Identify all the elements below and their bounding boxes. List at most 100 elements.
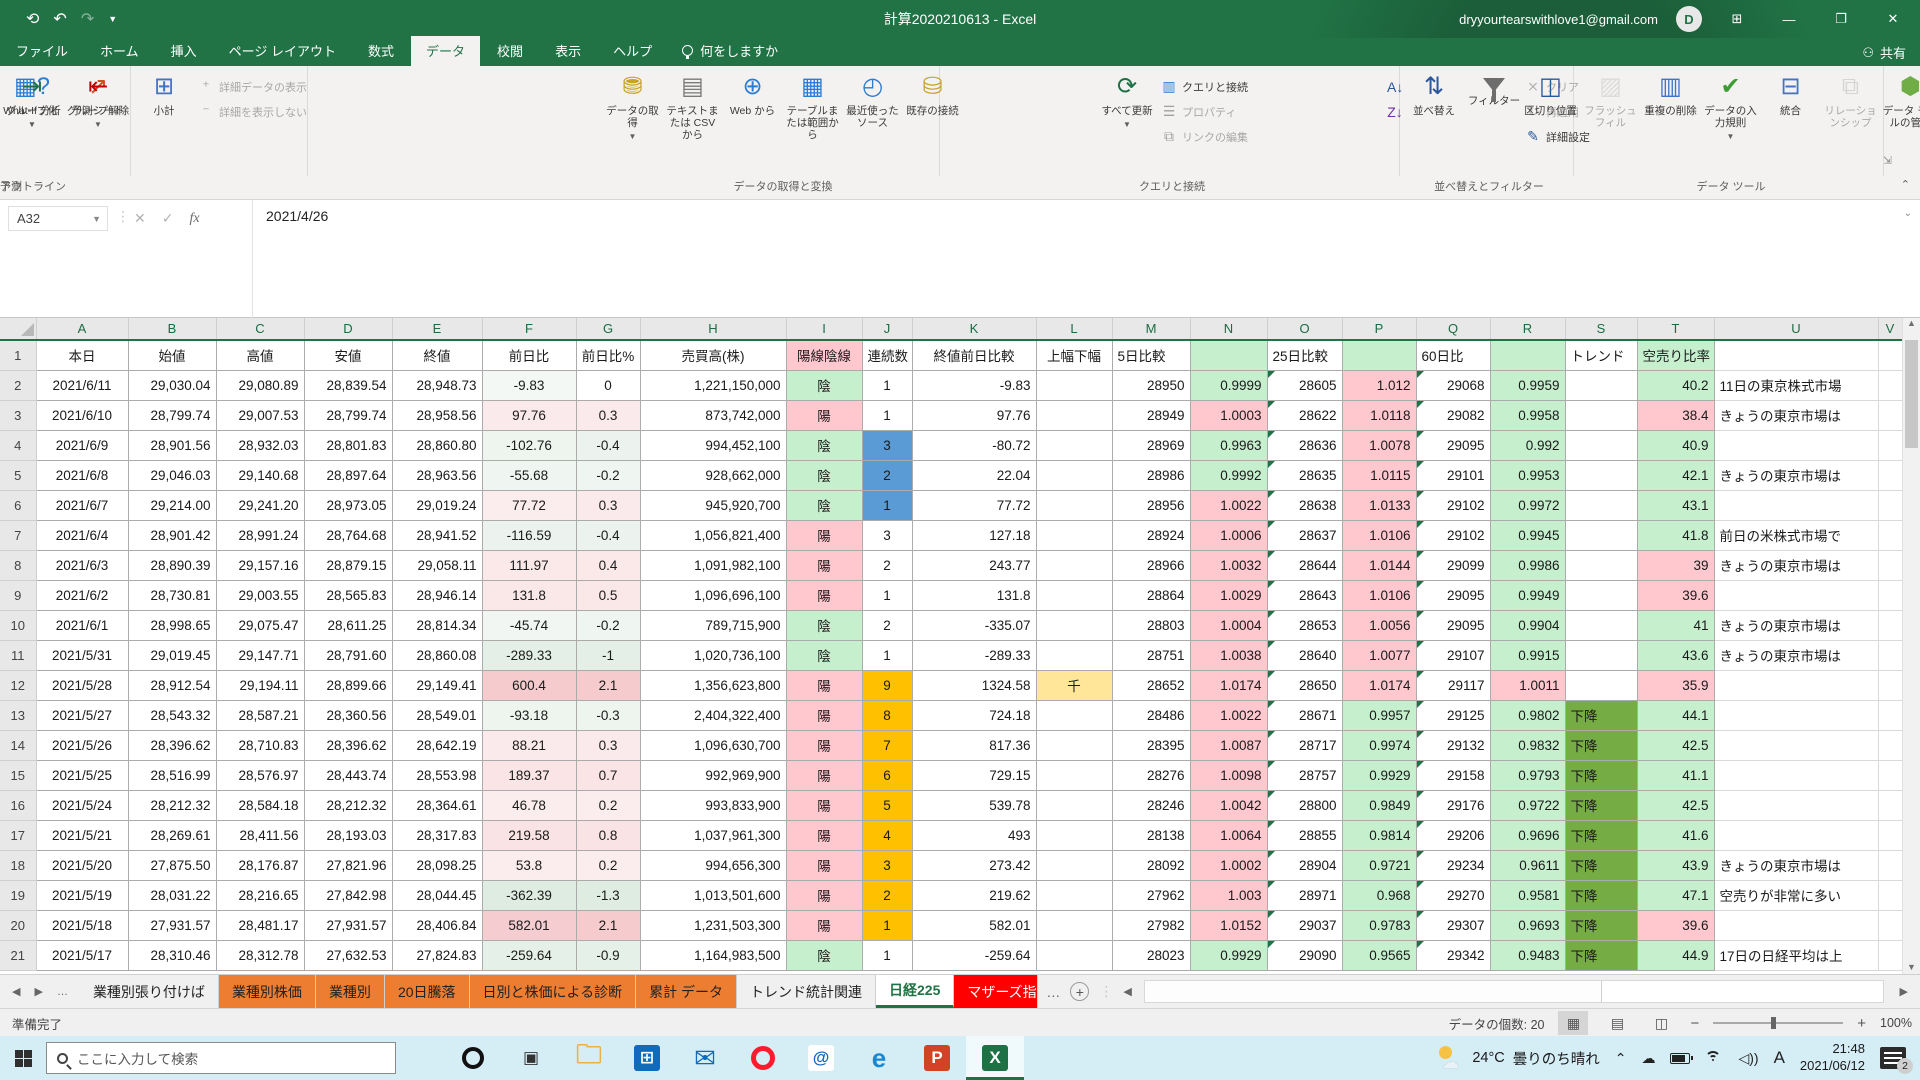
ribbon-button-Web から[interactable]: ⊕Web から — [724, 72, 782, 117]
cell[interactable]: 0.9949 — [1490, 580, 1565, 610]
opera-icon[interactable] — [734, 1036, 792, 1080]
cell[interactable]: 1.0078 — [1342, 430, 1416, 460]
cell[interactable]: 2 — [862, 610, 912, 640]
cell[interactable]: 陰 — [786, 490, 862, 520]
cell[interactable]: 0.9915 — [1490, 640, 1565, 670]
cell[interactable]: 1,221,150,000 — [640, 370, 786, 400]
cell[interactable] — [1714, 790, 1878, 820]
cell[interactable]: 2021/6/4 — [36, 520, 128, 550]
cell[interactable]: 29307 — [1416, 910, 1490, 940]
cell[interactable]: 127.18 — [912, 520, 1036, 550]
column-header-E[interactable]: E — [392, 318, 482, 340]
cell[interactable] — [1714, 700, 1878, 730]
cell[interactable]: 下降 — [1565, 910, 1637, 940]
powerpoint-icon[interactable]: P — [908, 1036, 966, 1080]
cell[interactable]: 下降 — [1565, 880, 1637, 910]
cell[interactable]: 1.0002 — [1190, 850, 1267, 880]
excel-icon[interactable]: X — [966, 1036, 1024, 1080]
cell[interactable]: 1.0004 — [1190, 610, 1267, 640]
cell[interactable]: 下降 — [1565, 700, 1637, 730]
cell[interactable]: 28,611.25 — [304, 610, 392, 640]
column-header-V[interactable]: V — [1878, 318, 1902, 340]
cell[interactable] — [1036, 760, 1112, 790]
cell[interactable]: 42.5 — [1637, 790, 1714, 820]
cell[interactable]: 29,019.45 — [128, 640, 216, 670]
cell[interactable]: 28,396.62 — [128, 730, 216, 760]
cell[interactable] — [1878, 730, 1902, 760]
cell[interactable]: 1,091,982,100 — [640, 550, 786, 580]
cell[interactable]: 29234 — [1416, 850, 1490, 880]
cell[interactable]: 0.9963 — [1190, 430, 1267, 460]
cell[interactable] — [1878, 700, 1902, 730]
cell[interactable]: 243.77 — [912, 550, 1036, 580]
cell[interactable] — [1878, 430, 1902, 460]
cell[interactable]: 28,044.45 — [392, 880, 482, 910]
cell[interactable]: 2.1 — [576, 670, 640, 700]
microsoft-store-icon[interactable]: ⊞ — [618, 1036, 676, 1080]
cell[interactable]: 陽 — [786, 550, 862, 580]
cell[interactable]: 28138 — [1112, 820, 1190, 850]
row-header[interactable]: 12 — [0, 670, 36, 700]
ribbon-button-sort-ascending-icon[interactable]: A↓ — [1387, 76, 1403, 97]
cell[interactable]: 43.6 — [1637, 640, 1714, 670]
cell[interactable]: 539.78 — [912, 790, 1036, 820]
cell[interactable]: 1,037,961,300 — [640, 820, 786, 850]
sheet-tab-業種別張り付けば[interactable]: 業種別張り付けば — [80, 975, 219, 1008]
cell[interactable]: 2021/6/1 — [36, 610, 128, 640]
cell[interactable]: 29206 — [1416, 820, 1490, 850]
column-header-B[interactable]: B — [128, 318, 216, 340]
row-header[interactable]: 6 — [0, 490, 36, 520]
header-cell[interactable]: 60日比 — [1416, 340, 1490, 370]
browser-circle-icon[interactable] — [444, 1036, 502, 1080]
cell[interactable]: 28969 — [1112, 430, 1190, 460]
row-header[interactable]: 14 — [0, 730, 36, 760]
ribbon-button-sort-descending-icon[interactable]: Z↓ — [1387, 101, 1403, 122]
cell[interactable]: 29,149.41 — [392, 670, 482, 700]
sheet-tab-累計 データ[interactable]: 累計 データ — [636, 975, 737, 1008]
account-email[interactable]: dryyourtearswithlove1@gmail.com — [1459, 12, 1658, 27]
cell[interactable]: 28,310.46 — [128, 940, 216, 970]
cell[interactable]: 2021/5/17 — [36, 940, 128, 970]
cell[interactable]: 1.0032 — [1190, 550, 1267, 580]
cell[interactable]: 29,080.89 — [216, 370, 304, 400]
cell[interactable]: 3 — [862, 850, 912, 880]
close-button[interactable]: ✕ — [1876, 0, 1910, 38]
cell[interactable]: 29,030.04 — [128, 370, 216, 400]
cell[interactable]: 39.6 — [1637, 910, 1714, 940]
cell[interactable] — [1878, 760, 1902, 790]
cell[interactable]: 下降 — [1565, 850, 1637, 880]
cell[interactable]: 2021/6/9 — [36, 430, 128, 460]
cell[interactable]: 28,176.87 — [216, 850, 304, 880]
ribbon-button-小計[interactable]: ⊞小計 — [132, 72, 196, 117]
cell[interactable]: 29102 — [1416, 490, 1490, 520]
cell[interactable]: 2021/5/28 — [36, 670, 128, 700]
cell[interactable]: 2.1 — [576, 910, 640, 940]
action-center-icon[interactable]: 2 — [1880, 1047, 1906, 1069]
cell[interactable]: 陽 — [786, 880, 862, 910]
cell[interactable]: -289.33 — [912, 640, 1036, 670]
cell[interactable]: 28636 — [1267, 430, 1342, 460]
cell[interactable]: 97.76 — [912, 400, 1036, 430]
cell[interactable]: 28,730.81 — [128, 580, 216, 610]
cell[interactable]: 0.9721 — [1342, 850, 1416, 880]
cell[interactable]: 1.0144 — [1342, 550, 1416, 580]
cell[interactable] — [1878, 400, 1902, 430]
cell[interactable]: -9.83 — [912, 370, 1036, 400]
cell[interactable] — [1878, 790, 1902, 820]
cell[interactable]: 0.968 — [1342, 880, 1416, 910]
ribbon-button-クエリと接続[interactable]: ▥クエリと接続 — [1161, 76, 1248, 97]
cell[interactable]: 1 — [862, 490, 912, 520]
cell[interactable]: 1.0106 — [1342, 520, 1416, 550]
cell[interactable]: -0.4 — [576, 430, 640, 460]
cell[interactable]: 下降 — [1565, 940, 1637, 970]
sheet-tab-20日騰落[interactable]: 20日騰落 — [385, 975, 470, 1008]
cell[interactable]: 1 — [862, 580, 912, 610]
cell[interactable]: 29102 — [1416, 520, 1490, 550]
cell[interactable]: 0.9957 — [1342, 700, 1416, 730]
cell[interactable]: 28717 — [1267, 730, 1342, 760]
cell[interactable]: きょうの東京市場は — [1714, 850, 1878, 880]
cell[interactable]: 0.9974 — [1342, 730, 1416, 760]
cell[interactable]: 582.01 — [912, 910, 1036, 940]
cell[interactable]: 28,932.03 — [216, 430, 304, 460]
cell[interactable]: 28092 — [1112, 850, 1190, 880]
